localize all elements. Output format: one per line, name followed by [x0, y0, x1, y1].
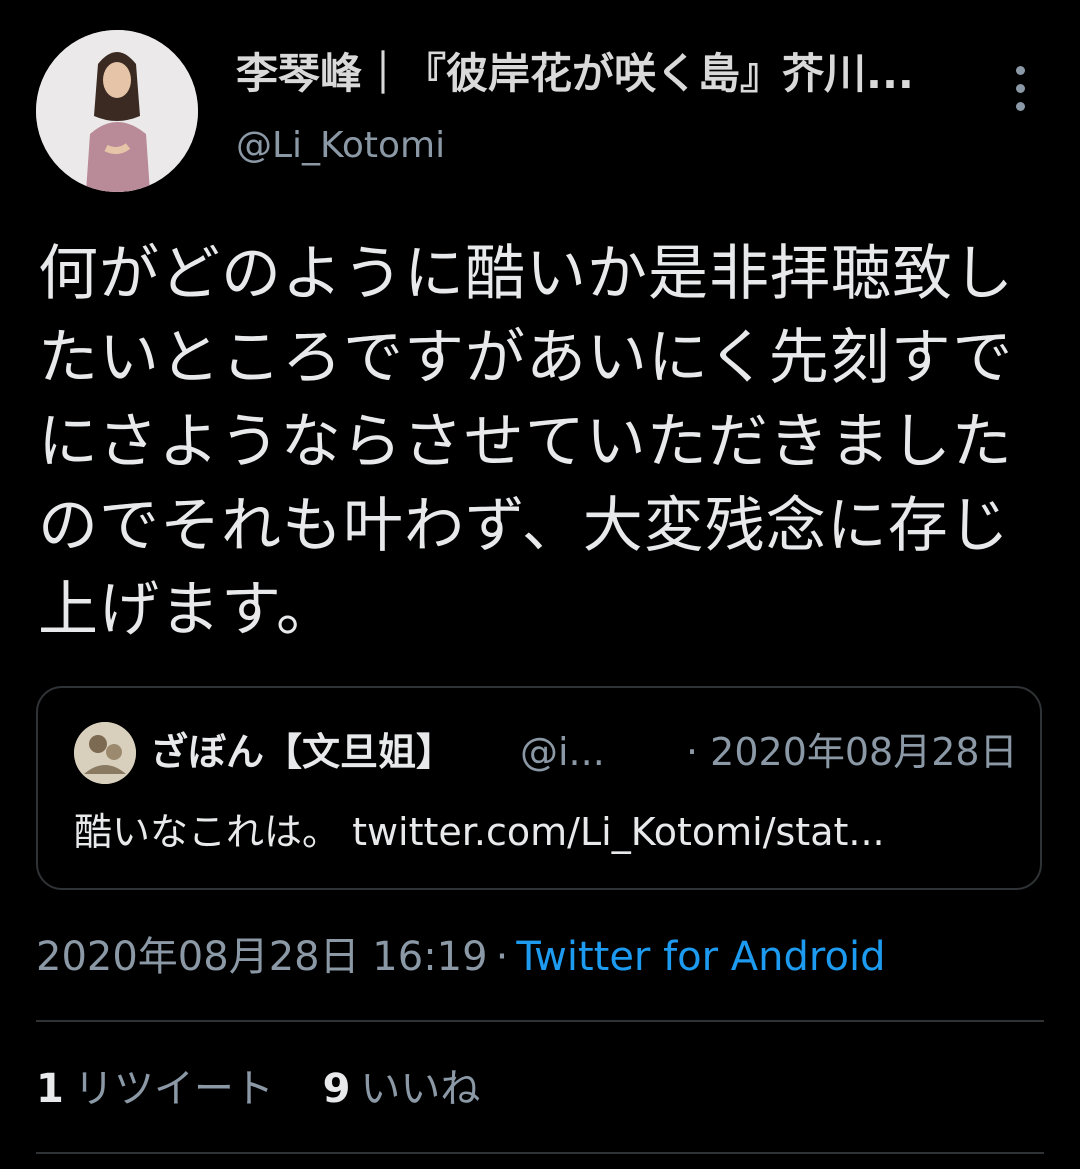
tweet-stats: 1 リツイート 9 いいね	[36, 1062, 516, 1116]
retweets-stat[interactable]: 1 リツイート	[36, 1062, 274, 1116]
retweets-count: 1	[36, 1066, 64, 1112]
likes-label: いいね	[360, 1066, 481, 1112]
divider	[36, 1152, 1044, 1154]
author-handle[interactable]: @Li_Kotomi	[236, 122, 445, 170]
quoted-author-handle: @i...	[520, 730, 605, 774]
tweet-meta: 2020年08月28日 16:19 · Twitter for Android	[36, 930, 885, 984]
tweet-source-link[interactable]: Twitter for Android	[516, 934, 885, 980]
more-dot	[1015, 65, 1025, 75]
more-dot	[1015, 83, 1025, 93]
more-vertical-icon[interactable]	[996, 52, 1044, 124]
quoted-author-avatar	[74, 722, 136, 784]
more-dot	[1015, 101, 1025, 111]
author-avatar-image	[36, 30, 198, 192]
likes-stat[interactable]: 9 いいね	[323, 1062, 481, 1116]
author-avatar[interactable]	[36, 30, 198, 192]
tweet-timestamp[interactable]: 2020年08月28日 16:19	[36, 934, 488, 980]
retweets-label: リツイート	[73, 1066, 274, 1112]
likes-count: 9	[322, 1066, 351, 1112]
meta-separator: ·	[495, 934, 509, 980]
quoted-tweet[interactable]: ざぼん【文旦姐】 @i... · 2020年08月28日 酷いなこれは。 twi…	[36, 686, 1042, 890]
quoted-author-avatar-image	[74, 722, 136, 784]
tweet-text: 何がどのように酷いか是非拝聴致したいところですがあいにく先刻すでにさようならさせ…	[38, 239, 1014, 645]
divider	[36, 1020, 1044, 1022]
author-display-name[interactable]: 李琴峰｜『彼岸花が咲く島』芥川...	[236, 46, 946, 102]
quoted-tweet-text: 酷いなこれは。 twitter.com/Li_Kotomi/stat...	[74, 810, 885, 854]
quoted-author-name: ざぼん【文旦姐】	[150, 730, 455, 774]
quoted-tweet-date: · 2020年08月28日	[686, 730, 1018, 774]
